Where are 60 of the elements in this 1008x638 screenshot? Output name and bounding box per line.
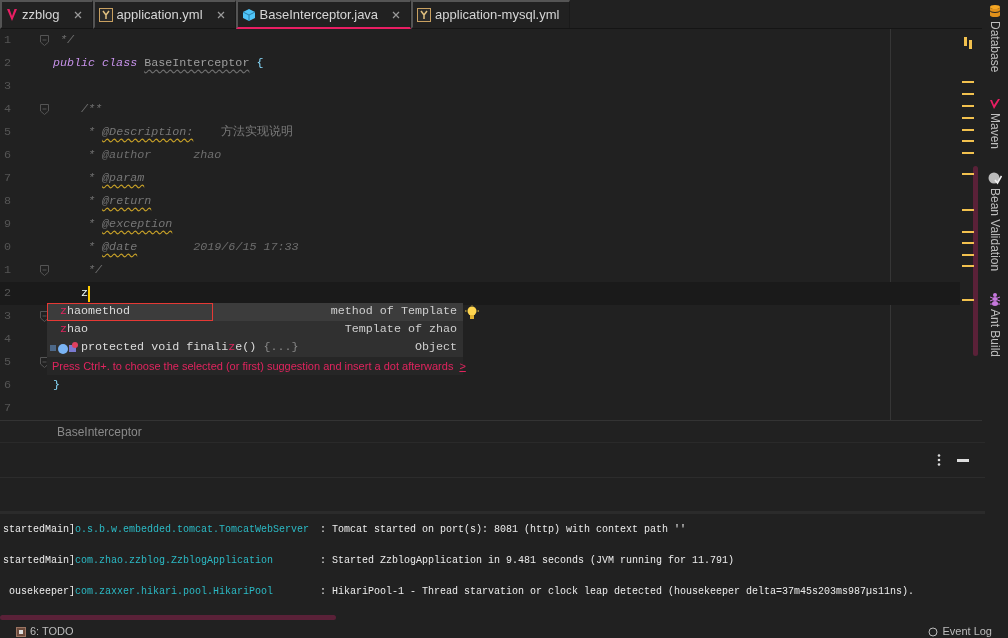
ant-icon bbox=[988, 291, 1002, 306]
scrollbar[interactable] bbox=[973, 166, 978, 356]
method-icon bbox=[50, 341, 78, 355]
code-line: * @exception bbox=[87, 215, 173, 233]
log-text: startedMain] bbox=[3, 554, 75, 568]
code-line: * @author zhao bbox=[87, 146, 222, 164]
log-text: : Started ZzblogApplication in 9.481 seconds (JVM running for 11.791) bbox=[320, 554, 735, 568]
list-icon bbox=[16, 626, 26, 637]
bean-check-icon bbox=[988, 171, 1002, 186]
log-text: o.s.b.w.embedded.tomcat.TomcatWebServer bbox=[75, 524, 310, 535]
log-text: com.zaxxer.hikari.pool.HikariPool bbox=[75, 586, 274, 597]
code-line: */ bbox=[87, 261, 103, 279]
lightbulb-icon bbox=[465, 305, 479, 321]
code-line: /** bbox=[80, 100, 103, 118]
balloon-icon bbox=[928, 626, 939, 637]
text-cursor bbox=[88, 285, 91, 302]
log-text: com.zhao.zzblog.ZzblogApplication bbox=[75, 555, 274, 566]
hint-text: Press Ctrl+. to choose the selected (or first) suggestion and insert a dot afterwards bbox=[52, 358, 454, 374]
tool-window-button[interactable]: Database bbox=[986, 21, 1004, 73]
tool-window-button[interactable]: Maven bbox=[986, 113, 1004, 150]
event-log-tab[interactable]: Event Log bbox=[942, 625, 992, 638]
file-tab[interactable]: BaseInterceptor.java bbox=[235, 0, 412, 29]
more-icon[interactable] bbox=[937, 454, 941, 466]
close-icon[interactable] bbox=[392, 10, 401, 19]
fold-icon[interactable] bbox=[40, 357, 49, 368]
minimize-icon[interactable] bbox=[957, 458, 969, 462]
code-line: * @param bbox=[87, 169, 145, 187]
log-text: : HikariPool-1 - Thread starvation or clock leap detected (housekeeper delta=37m45s203ms987µs11ns). bbox=[320, 585, 915, 599]
fold-icon[interactable] bbox=[40, 104, 49, 115]
code-line: z bbox=[80, 284, 89, 302]
log-text: startedMain] bbox=[3, 523, 75, 537]
suggestion-item[interactable]: zhaomethod method of Template bbox=[47, 303, 463, 321]
fold-icon[interactable] bbox=[40, 311, 49, 322]
scrollbar[interactable] bbox=[0, 615, 336, 620]
log-text: ousekeeper] bbox=[9, 585, 75, 599]
todo-tab[interactable]: 6: TODO bbox=[30, 625, 74, 638]
yaml-file-icon bbox=[417, 7, 432, 22]
letter-v-icon bbox=[6, 7, 18, 22]
close-icon[interactable] bbox=[73, 10, 82, 19]
log-text: : Tomcat started on port(s): 8081 (http) with context path '' bbox=[320, 523, 687, 537]
database-icon bbox=[989, 4, 1001, 18]
tool-window-button[interactable]: Ant Build bbox=[986, 308, 1004, 357]
fold-icon[interactable] bbox=[40, 35, 49, 46]
hint-link[interactable]: > bbox=[459, 357, 466, 375]
code-line: * @return bbox=[87, 192, 152, 210]
code-line: public class BaseInterceptor { bbox=[53, 54, 264, 72]
suggestion-item[interactable]: protected void finalize() {...} Object bbox=[47, 339, 463, 357]
tool-window-button[interactable]: Bean Validation bbox=[986, 188, 1004, 272]
yaml-file-icon bbox=[98, 7, 113, 22]
cube-icon bbox=[241, 7, 256, 22]
code-line: */ bbox=[59, 31, 75, 49]
fold-icon[interactable] bbox=[40, 265, 49, 276]
code-line: } bbox=[53, 376, 60, 394]
code-line: * @date 2019/6/15 17:33 bbox=[87, 238, 299, 256]
code-line: * @Description: 方法实现说明 bbox=[87, 123, 294, 141]
breadcrumb[interactable]: BaseInterceptor bbox=[57, 422, 142, 441]
letter-v-icon bbox=[989, 98, 1001, 111]
suggestion-item[interactable]: zhao Template of zhao bbox=[47, 321, 463, 339]
line-number: 2 bbox=[3, 284, 11, 302]
close-icon[interactable] bbox=[216, 10, 225, 19]
